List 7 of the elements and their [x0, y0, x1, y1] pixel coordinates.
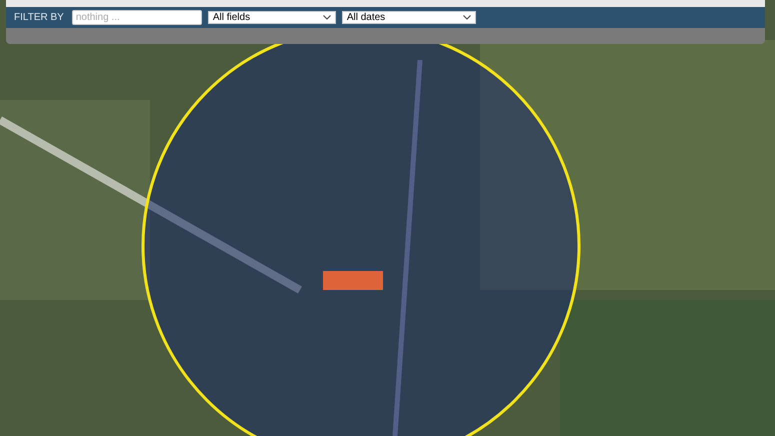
dropdown[interactable]: All fields [208, 11, 336, 24]
dropdown[interactable]: All dates [342, 11, 476, 24]
chevron-icon [462, 15, 471, 20]
search-field[interactable]: nothing ... [72, 10, 202, 25]
chevron-icon [322, 15, 331, 20]
filter-label: FILTER BY [14, 12, 64, 23]
location-marker[interactable] [323, 271, 383, 290]
